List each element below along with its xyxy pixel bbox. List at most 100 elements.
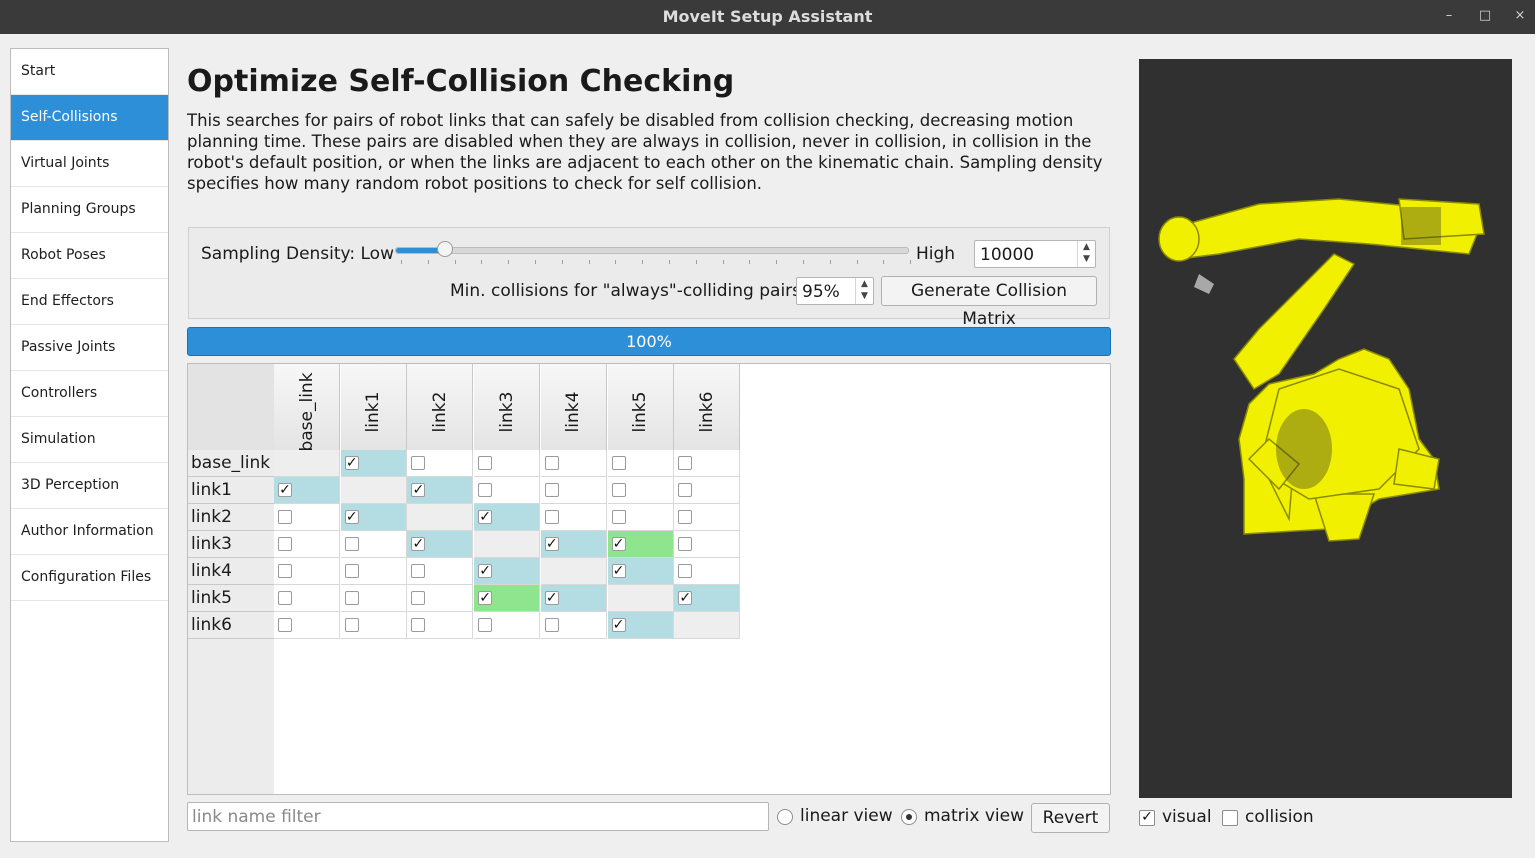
matrix-cell[interactable] — [540, 477, 607, 504]
collision-checkbox[interactable] — [544, 510, 559, 524]
sidebar-item-start[interactable]: Start — [11, 49, 168, 95]
robot-3d-viewport[interactable] — [1139, 59, 1512, 798]
column-header-link4[interactable]: link4 — [540, 364, 607, 450]
maximize-icon[interactable]: □ — [1476, 7, 1494, 25]
matrix-cell[interactable] — [407, 585, 474, 612]
matrix-cell[interactable] — [607, 504, 674, 531]
matrix-cell[interactable]: ✓ — [474, 585, 541, 612]
column-header-link3[interactable]: link3 — [474, 364, 541, 450]
collision-checkbox[interactable]: ✓ — [478, 591, 493, 605]
matrix-cell[interactable] — [274, 504, 340, 531]
collision-checkbox[interactable]: ✓ — [478, 564, 493, 578]
collision-checkbox[interactable] — [678, 564, 693, 578]
row-header-link4[interactable]: link4 — [188, 558, 274, 585]
matrix-cell[interactable] — [540, 450, 607, 477]
slider-handle[interactable] — [437, 241, 453, 257]
row-header-base_link[interactable]: base_link — [188, 450, 274, 477]
collision-checkbox[interactable] — [278, 618, 292, 632]
matrix-cell[interactable]: ✓ — [474, 504, 541, 531]
density-spinbox[interactable]: 10000 ▲ ▼ — [974, 240, 1096, 268]
column-header-link2[interactable]: link2 — [407, 364, 474, 450]
collision-checkbox[interactable] — [678, 537, 693, 551]
sidebar-item-passive-joints[interactable]: Passive Joints — [11, 325, 168, 371]
row-header-link2[interactable]: link2 — [188, 504, 274, 531]
matrix-cell[interactable]: ✓ — [474, 558, 541, 585]
matrix-cell[interactable] — [274, 585, 340, 612]
matrix-cell[interactable]: ✓ — [607, 558, 674, 585]
collision-checkbox[interactable] — [278, 564, 292, 578]
min-collisions-spinbox[interactable]: 95% ▲ ▼ — [796, 277, 874, 305]
collision-checkbox[interactable] — [344, 591, 359, 605]
matrix-cell[interactable] — [274, 531, 340, 558]
collision-checkbox[interactable] — [478, 456, 493, 470]
collision-checkbox[interactable] — [611, 456, 626, 470]
collision-checkbox[interactable] — [611, 483, 626, 497]
matrix-cell[interactable] — [340, 531, 407, 558]
matrix-cell[interactable] — [274, 558, 340, 585]
matrix-cell[interactable]: ✓ — [540, 585, 607, 612]
matrix-cell[interactable]: ✓ — [540, 531, 607, 558]
collision-checkbox[interactable] — [411, 456, 426, 470]
row-header-link5[interactable]: link5 — [188, 585, 274, 612]
linear-view-label[interactable]: linear view — [800, 806, 893, 826]
sidebar-item-author-information[interactable]: Author Information — [11, 509, 168, 555]
collision-checkbox[interactable]: ✓ — [678, 591, 693, 605]
sidebar-item-simulation[interactable]: Simulation — [11, 417, 168, 463]
collision-checkbox[interactable] — [344, 564, 359, 578]
sidebar-item-end-effectors[interactable]: End Effectors — [11, 279, 168, 325]
collision-checkbox[interactable] — [678, 483, 693, 497]
matrix-cell[interactable]: ✓ — [407, 531, 474, 558]
collision-checkbox[interactable] — [678, 510, 693, 524]
collision-checkbox[interactable]: ✓ — [344, 510, 359, 524]
matrix-cell[interactable] — [407, 558, 474, 585]
matrix-cell[interactable]: ✓ — [274, 477, 340, 504]
matrix-cell[interactable] — [674, 504, 741, 531]
minimize-icon[interactable]: – — [1440, 7, 1458, 25]
column-header-link1[interactable]: link1 — [340, 364, 407, 450]
matrix-cell[interactable]: ✓ — [607, 612, 674, 639]
collision-checkbox[interactable] — [478, 483, 493, 497]
collision-checkbox[interactable] — [278, 591, 292, 605]
collision-checkbox[interactable]: ✓ — [611, 618, 626, 632]
column-header-link5[interactable]: link5 — [607, 364, 674, 450]
matrix-cell[interactable]: ✓ — [607, 531, 674, 558]
collision-checkbox[interactable] — [544, 483, 559, 497]
matrix-cell[interactable]: ✓ — [407, 477, 474, 504]
matrix-cell[interactable] — [474, 477, 541, 504]
collision-checkbox[interactable] — [544, 618, 559, 632]
spin-arrows-icon[interactable]: ▲ ▼ — [1077, 241, 1095, 267]
collision-checkbox[interactable]: ✓ — [411, 537, 426, 551]
collision-checkbox[interactable] — [1222, 810, 1238, 826]
sidebar-item-virtual-joints[interactable]: Virtual Joints — [11, 141, 168, 187]
matrix-cell[interactable] — [407, 450, 474, 477]
collision-checkbox[interactable] — [411, 564, 426, 578]
matrix-cell[interactable]: ✓ — [674, 585, 741, 612]
matrix-cell[interactable] — [674, 450, 741, 477]
collision-checkbox[interactable] — [344, 618, 359, 632]
collision-checkbox[interactable]: ✓ — [544, 537, 559, 551]
matrix-cell[interactable] — [674, 558, 741, 585]
sampling-density-slider[interactable] — [395, 247, 909, 254]
matrix-cell[interactable] — [540, 612, 607, 639]
collision-checkbox[interactable] — [411, 618, 426, 632]
collision-label[interactable]: collision — [1245, 807, 1314, 827]
collision-checkbox[interactable]: ✓ — [544, 591, 559, 605]
matrix-cell[interactable] — [340, 612, 407, 639]
sidebar-item-self-collisions[interactable]: Self-Collisions — [11, 95, 168, 141]
matrix-view-label[interactable]: matrix view — [924, 806, 1024, 826]
collision-checkbox[interactable] — [478, 618, 493, 632]
row-header-link1[interactable]: link1 — [188, 477, 274, 504]
column-header-link6[interactable]: link6 — [674, 364, 741, 450]
row-header-link3[interactable]: link3 — [188, 531, 274, 558]
revert-button[interactable]: Revert — [1031, 803, 1110, 833]
close-icon[interactable]: × — [1511, 7, 1529, 25]
matrix-cell[interactable]: ✓ — [340, 450, 407, 477]
matrix-view-radio[interactable] — [901, 809, 917, 825]
sidebar-item-3d-perception[interactable]: 3D Perception — [11, 463, 168, 509]
visual-label[interactable]: visual — [1162, 807, 1212, 827]
collision-checkbox[interactable] — [678, 456, 693, 470]
collision-checkbox[interactable] — [544, 456, 559, 470]
collision-checkbox[interactable]: ✓ — [611, 537, 626, 551]
matrix-cell[interactable] — [607, 450, 674, 477]
collision-checkbox[interactable]: ✓ — [478, 510, 493, 524]
